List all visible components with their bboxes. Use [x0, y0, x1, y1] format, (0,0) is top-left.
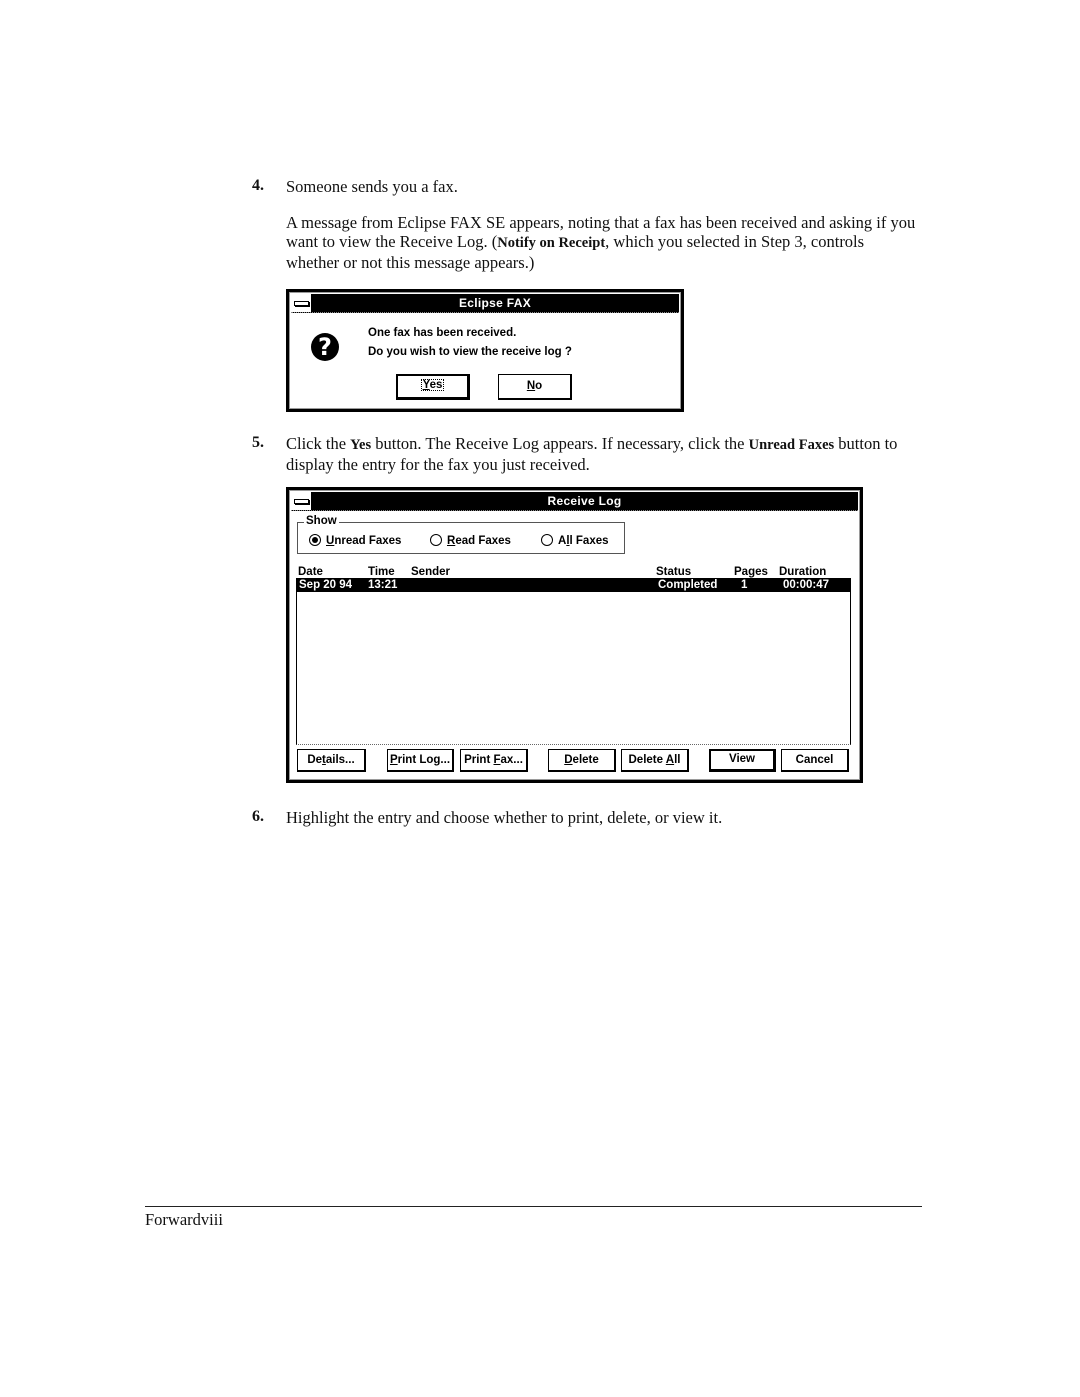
- view-button[interactable]: View: [709, 749, 776, 772]
- question-icon: ?: [311, 333, 339, 361]
- show-group: Show Unread Faxes Read Faxes All Faxes: [297, 515, 625, 554]
- no-mnemonic: N: [526, 380, 536, 392]
- receive-log-title: Receive Log: [547, 494, 622, 508]
- footer-page-label: Forwardviii: [145, 1210, 223, 1229]
- column-header-pages: Pages: [734, 566, 768, 578]
- btn-mnemonic: D: [564, 754, 573, 766]
- btn-label: ax...: [500, 754, 523, 766]
- column-header-date: Date: [298, 566, 323, 578]
- notify-on-receipt-term: Notify on Receipt: [497, 235, 606, 251]
- unread-faxes-term: Unread Faxes: [748, 437, 835, 453]
- show-group-label: Show: [304, 515, 339, 527]
- step-4-number: 4.: [252, 177, 264, 194]
- receive-log-client-area: Receive Log Show Unread Faxes Read Faxes…: [289, 490, 860, 780]
- radio-unselected-icon: [430, 534, 442, 546]
- btn-label-pre: Print: [464, 754, 494, 766]
- print-fax-button[interactable]: Print Fax...: [460, 749, 528, 772]
- cancel-button[interactable]: Cancel: [781, 749, 849, 772]
- message-line-2: Do you wish to view the receive log ?: [368, 346, 572, 358]
- step-6-text: Highlight the entry and choose whether t…: [286, 808, 723, 827]
- receive-log-window: Receive Log Show Unread Faxes Read Faxes…: [286, 487, 863, 783]
- step-4-body: A message from Eclipse FAX SE appears, n…: [286, 213, 916, 272]
- radio-read-faxes[interactable]: Read Faxes: [430, 534, 511, 547]
- table-row[interactable]: Sep 20 94 13:21 Completed 1 00:00:47: [297, 579, 850, 592]
- radio-selected-icon: [309, 534, 321, 546]
- radio-unread-faxes[interactable]: Unread Faxes: [309, 534, 401, 547]
- system-menu-icon[interactable]: [291, 492, 312, 510]
- delete-all-button[interactable]: Delete All: [621, 749, 689, 772]
- column-header-time: Time: [368, 566, 395, 578]
- yes-label: es: [429, 379, 443, 391]
- btn-label: View: [729, 753, 755, 765]
- btn-label: ll: [674, 754, 681, 766]
- btn-label: rint Log...: [397, 754, 451, 766]
- cell-pages: 1: [741, 579, 748, 591]
- btn-mnemonic: A: [665, 754, 675, 766]
- step-5-number: 5.: [252, 434, 264, 451]
- step-5-text-a: Click the: [286, 434, 351, 453]
- column-header-duration: Duration: [779, 566, 827, 578]
- cell-date: Sep 20 94: [299, 579, 353, 591]
- dialog-titlebar: Eclipse FAX: [291, 294, 679, 313]
- print-log-button[interactable]: Print Log...: [387, 749, 454, 772]
- btn-label-pre: Delete: [628, 754, 666, 766]
- btn-label: Cancel: [795, 754, 834, 766]
- cell-status: Completed: [658, 579, 718, 591]
- details-button[interactable]: Details...: [297, 749, 366, 772]
- step-4-heading: Someone sends you a fax.: [286, 177, 458, 196]
- cell-duration: 00:00:47: [783, 579, 830, 591]
- receive-log-listbox[interactable]: Sep 20 94 13:21 Completed 1 00:00:47: [296, 578, 851, 745]
- btn-mnemonic: P: [389, 754, 398, 766]
- column-header-sender: Sender: [411, 566, 450, 578]
- btn-mnemonic: F: [493, 754, 501, 766]
- btn-label: elete: [572, 754, 599, 766]
- dialog-title: Eclipse FAX: [459, 296, 531, 310]
- yes-button[interactable]: Yes: [396, 374, 470, 400]
- step-6-number: 6.: [252, 808, 264, 825]
- receive-log-titlebar: Receive Log: [291, 492, 858, 511]
- no-label: o: [535, 380, 543, 392]
- radio-label: ead Faxes: [455, 535, 511, 547]
- yes-mnemonic: Y: [422, 379, 430, 391]
- yes-term: Yes: [350, 437, 372, 453]
- radio-all-faxes[interactable]: All Faxes: [541, 534, 609, 547]
- radio-unselected-icon: [541, 534, 553, 546]
- step-5-body: Click the Yes button. The Receive Log ap…: [286, 434, 916, 474]
- step-5-text-b: button. The Receive Log appears. If nece…: [371, 434, 749, 453]
- footer-rule: [145, 1206, 922, 1207]
- radio-label: nread Faxes: [334, 535, 402, 547]
- btn-label-pre: De: [307, 754, 323, 766]
- no-button[interactable]: No: [498, 374, 572, 400]
- radio-label: l Faxes: [569, 535, 609, 547]
- message-line-1: One fax has been received.: [368, 327, 517, 339]
- cell-time: 13:21: [368, 579, 398, 591]
- delete-button[interactable]: Delete: [548, 749, 616, 772]
- system-menu-icon[interactable]: [291, 294, 312, 312]
- btn-label: ails...: [325, 754, 355, 766]
- yes-focus-rect: Yes: [420, 379, 445, 391]
- column-header-status: Status: [656, 566, 692, 578]
- eclipse-fax-dialog: Eclipse FAX ? One fax has been received.…: [286, 289, 684, 412]
- dialog-client-area: Eclipse FAX ? One fax has been received.…: [289, 292, 681, 409]
